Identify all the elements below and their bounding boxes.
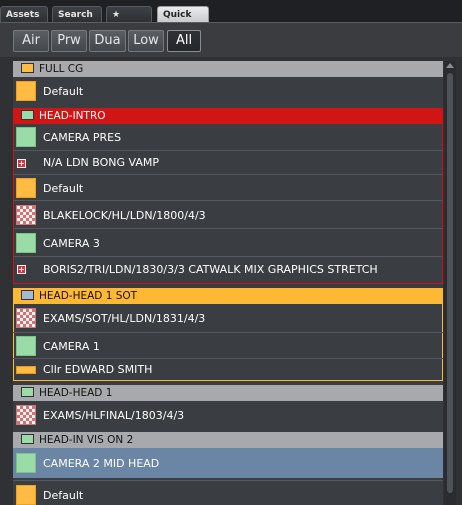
list-item-label: CAMERA 2 MID HEAD <box>43 457 160 470</box>
filter-prw-button[interactable]: Prw <box>51 30 87 52</box>
group-header-head-in-vis-on-2[interactable]: HEAD-IN VIS ON 2 <box>13 432 443 448</box>
group-color-swatch <box>21 290 34 300</box>
list-item[interactable]: BLAKELOCK/HL/LDN/1800/4/3 <box>13 200 443 228</box>
list-item-label: Cllr EDWARD SMITH <box>43 363 153 376</box>
group-header-head-head-1-sot[interactable]: HEAD-HEAD 1 SOT <box>13 288 443 304</box>
list-item-label: BLAKELOCK/HL/LDN/1800/4/3 <box>43 209 206 222</box>
group-title: HEAD-HEAD 1 SOT <box>39 290 138 302</box>
thumbnail-icon <box>16 178 36 198</box>
thumbnail-icon <box>16 336 36 356</box>
lower-third-icon <box>16 366 36 374</box>
list-item[interactable]: BORIS2/TRI/LDN/1830/3/3 CATWALK MIX GRAP… <box>13 256 443 282</box>
list-item[interactable]: Default <box>13 77 443 105</box>
group-border-head-intro: CAMERA PRES N/A LDN BONG VAMP Default BL… <box>13 124 443 284</box>
filter-low-button[interactable]: Low <box>128 30 164 52</box>
group-title: HEAD-IN VIS ON 2 <box>39 434 134 446</box>
filter-bar: Air Prw Dua Low All <box>0 23 462 57</box>
list-item-label: CAMERA PRES <box>43 131 122 144</box>
thumbnail-icon <box>16 127 36 147</box>
filter-air-button[interactable]: Air <box>13 30 49 52</box>
tab-assets[interactable]: Assets <box>0 6 48 22</box>
quick-list-panel: FULL CG Default HEAD-INTRO CAMERA PRES N… <box>0 57 462 505</box>
list-item[interactable]: CAMERA PRES <box>13 124 443 150</box>
group-title: HEAD-INTRO <box>39 110 106 122</box>
tab-bar: Assets Search ★ Quick <box>0 0 462 23</box>
tab-search[interactable]: Search <box>52 6 102 22</box>
add-element-icon <box>17 265 26 274</box>
list-item-label: BORIS2/TRI/LDN/1830/3/3 CATWALK MIX GRAP… <box>43 263 378 276</box>
tab-favorites[interactable]: ★ <box>106 6 152 22</box>
group-header-full-cg[interactable]: FULL CG <box>13 61 443 77</box>
list-item-label: N/A LDN BONG VAMP <box>43 156 160 169</box>
list-item[interactable]: CAMERA 1 <box>13 332 443 358</box>
thumbnail-icon <box>16 233 36 253</box>
list-item-selected[interactable]: CAMERA 2 MID HEAD <box>13 448 443 478</box>
thumbnail-icon <box>16 405 36 425</box>
thumbnail-icon <box>16 205 36 225</box>
group-border-head-head-1-sot: EXAMS/SOT/HL/LDN/1831/4/3 CAMERA 1 Cllr … <box>13 304 443 381</box>
add-element-icon <box>17 159 26 168</box>
scrollbar-thumb[interactable] <box>447 73 453 493</box>
thumbnail-icon <box>16 485 36 505</box>
filter-all-button[interactable]: All <box>167 30 201 52</box>
filter-dua-button[interactable]: Dua <box>89 30 126 52</box>
vertical-scrollbar[interactable] <box>444 61 456 505</box>
list-item-label: CAMERA 1 <box>43 340 100 353</box>
thumbnail-icon <box>16 453 36 473</box>
list-item-label: Default <box>43 182 84 195</box>
list-item[interactable]: CAMERA 3 <box>13 228 443 256</box>
group-color-swatch <box>21 434 34 444</box>
group-color-swatch <box>21 110 34 120</box>
group-title: FULL CG <box>39 63 84 75</box>
list-item[interactable]: Default <box>13 480 443 505</box>
group-color-swatch <box>21 63 34 73</box>
list-item-label: Default <box>43 85 84 98</box>
list-item[interactable]: N/A LDN BONG VAMP <box>13 150 443 174</box>
group-title: HEAD-HEAD 1 <box>39 387 113 399</box>
thumbnail-icon <box>16 308 36 328</box>
list-item[interactable]: Cllr EDWARD SMITH <box>13 358 443 379</box>
list-item[interactable]: EXAMS/SOT/HL/LDN/1831/4/3 <box>13 304 443 332</box>
group-header-head-intro[interactable]: HEAD-INTRO <box>13 108 443 124</box>
group-color-swatch <box>21 387 34 397</box>
list-item-label: CAMERA 3 <box>43 237 100 250</box>
thumbnail-icon <box>16 81 36 101</box>
list-item-label: EXAMS/HLFINAL/1803/4/3 <box>43 409 185 422</box>
list-item[interactable]: EXAMS/HLFINAL/1803/4/3 <box>13 401 443 429</box>
tab-quick[interactable]: Quick <box>157 6 209 22</box>
group-header-head-head-1[interactable]: HEAD-HEAD 1 <box>13 385 443 401</box>
quick-list: FULL CG Default HEAD-INTRO CAMERA PRES N… <box>13 61 443 505</box>
list-item-label: EXAMS/SOT/HL/LDN/1831/4/3 <box>43 312 206 325</box>
list-item-label: Default <box>43 489 84 502</box>
list-item[interactable]: Default <box>13 174 443 200</box>
scroll-up-arrow-icon[interactable] <box>446 63 454 68</box>
